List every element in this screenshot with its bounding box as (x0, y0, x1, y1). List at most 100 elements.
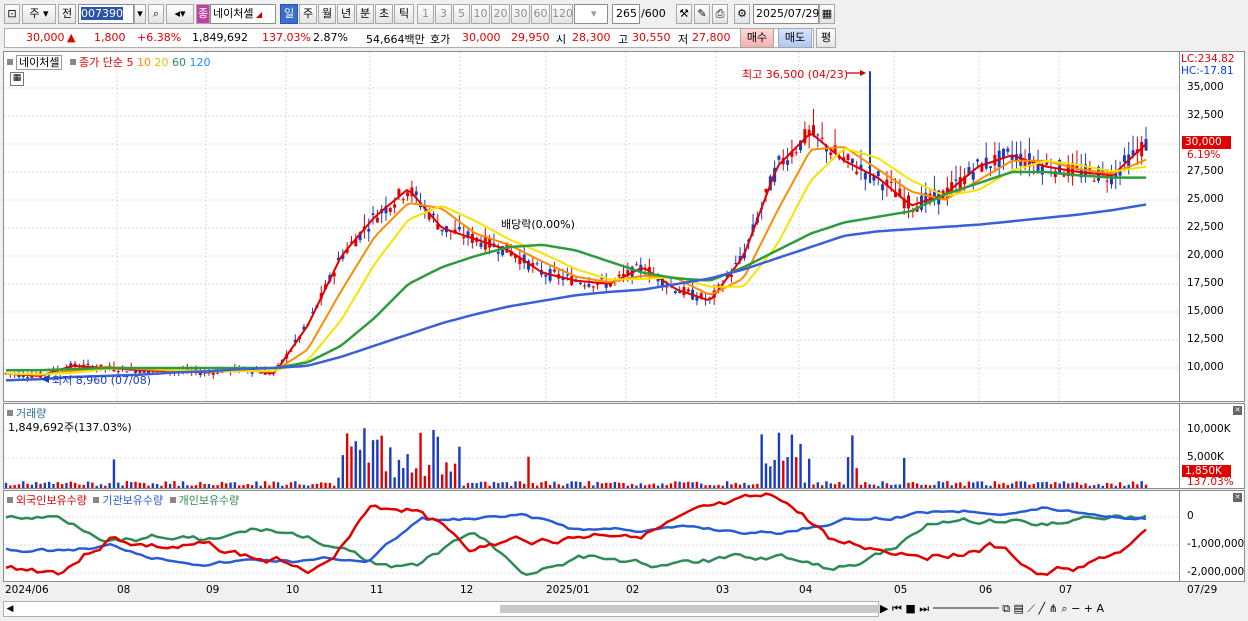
buy-button[interactable]: 매수 (740, 28, 774, 48)
period-year[interactable]: 년 (337, 4, 355, 24)
zoom-slider[interactable] (932, 607, 999, 609)
code-input[interactable]: 007390 (78, 4, 134, 24)
zoom-in-icon[interactable]: ⌕ (1061, 602, 1067, 615)
volume-bar (656, 485, 660, 488)
volume-bar (855, 468, 858, 488)
candle-body (565, 274, 569, 276)
volume-bar (104, 485, 107, 488)
volume-bar (859, 484, 863, 488)
trend-icon[interactable]: ⟋ (1027, 602, 1035, 615)
table-icon[interactable]: ▦ (10, 72, 24, 86)
volume-bar (756, 483, 759, 488)
legend-ma-label[interactable]: 종가 단순 (79, 56, 123, 69)
date-input[interactable]: 2025/07/29 (753, 4, 819, 24)
scroll-thumb[interactable] (500, 605, 880, 613)
volume-bar (1028, 484, 1031, 488)
print-icon[interactable]: ⎙ (712, 4, 728, 24)
gear-icon[interactable]: ⚙ (734, 4, 750, 24)
volume-bar (47, 481, 51, 488)
last-icon[interactable]: ⏭ (919, 602, 929, 615)
volume-bar (108, 483, 111, 488)
candle-body (686, 289, 690, 292)
scroll-track[interactable]: ◀ (3, 601, 880, 617)
interval-30[interactable]: 30 (511, 4, 530, 24)
first-icon[interactable]: ⏮ (892, 602, 902, 615)
close-panel-icon[interactable]: ✕ (1233, 493, 1242, 502)
volume-bar (885, 483, 889, 488)
volume-bar (937, 481, 940, 488)
interval-10[interactable]: 10 (471, 4, 490, 24)
period-week[interactable]: 주 (299, 4, 317, 24)
volume-bar (332, 485, 336, 488)
interval-5[interactable]: 5 (453, 4, 470, 24)
fib-icon[interactable]: ⋔ (1049, 602, 1058, 615)
tools-icon[interactable]: ⚒ (676, 4, 692, 24)
scroll-right-icon[interactable]: ▶ (880, 602, 888, 615)
period-tick[interactable]: 틱 (394, 4, 414, 24)
stock-name-field[interactable]: 네이처셀 ◢ (210, 4, 276, 24)
plus-icon[interactable]: + (1084, 602, 1093, 615)
volume-bar (440, 474, 444, 488)
legend-foreign[interactable]: 외국인보유수량 (16, 494, 87, 507)
legend-marker (7, 59, 13, 65)
period-day[interactable]: 일 (280, 4, 298, 24)
eval-button[interactable]: 평 (816, 28, 836, 48)
window-icon[interactable]: ⊡ (4, 4, 20, 24)
search-icon[interactable]: ⌕ (148, 4, 164, 24)
draw-icon[interactable]: ✎ (694, 4, 710, 24)
volume-bar (851, 435, 854, 488)
interval-dropdown[interactable]: ▾ (574, 4, 608, 24)
volume-bar (4, 482, 8, 488)
close-panel-icon[interactable]: ✕ (1233, 406, 1242, 415)
holding-legend: 외국인보유수량 기관보유수량 개인보유수량 (7, 492, 239, 508)
interval-60[interactable]: 60 (531, 4, 550, 24)
line-tool-icon[interactable]: ╱ (1039, 602, 1046, 615)
volume-bar (864, 482, 867, 488)
volume-bar (743, 482, 746, 488)
period-minute[interactable]: 분 (356, 4, 374, 24)
market-select[interactable]: 주 ▾ (22, 4, 56, 24)
code-dropdown-icon[interactable]: ▾ (134, 4, 146, 24)
volume-bar (229, 482, 232, 488)
volume-bar (561, 485, 565, 488)
volume-bar (134, 481, 137, 488)
legend-institution[interactable]: 기관보유수량 (102, 494, 163, 507)
volume-bar (212, 485, 215, 488)
volume-bar (1058, 483, 1061, 488)
volume-chart (4, 428, 1179, 488)
volume-bar (1006, 484, 1010, 488)
count-input[interactable]: 265 (612, 4, 640, 24)
sound-icon[interactable]: ◂▾ (166, 4, 194, 24)
prev-stock-button[interactable]: 전 (58, 4, 76, 24)
font-icon[interactable]: A (1097, 602, 1105, 615)
volume-bar (65, 482, 68, 488)
scroll-left-icon[interactable]: ◀ (4, 602, 16, 616)
interval-1[interactable]: 1 (417, 4, 434, 24)
volume-bar (13, 485, 16, 488)
interval-3[interactable]: 3 (435, 4, 452, 24)
volume-bar (1045, 481, 1048, 488)
volume-bar (9, 485, 12, 488)
calendar-icon[interactable]: ▦ (819, 4, 835, 24)
layout-icon[interactable]: ⧉ (1002, 602, 1010, 615)
volume-bar (1010, 483, 1014, 488)
xtick: 05 (894, 584, 908, 596)
legend-stock-name[interactable]: 네이처셀 (16, 55, 63, 70)
period-second[interactable]: 초 (375, 4, 393, 24)
volume-bar (186, 485, 189, 488)
period-month[interactable]: 월 (318, 4, 336, 24)
xtick-current: 07/29 (1187, 584, 1218, 596)
volume-bar (466, 482, 470, 488)
xtick: 03 (716, 584, 730, 596)
split-icon[interactable]: ▤ (1014, 602, 1024, 615)
legend-individual[interactable]: 개인보유수량 (179, 494, 240, 507)
volume-bar (56, 482, 60, 488)
stop-icon[interactable]: ■ (905, 602, 915, 615)
volume-bar (846, 457, 850, 488)
volume-value: 1,849,692 (192, 31, 248, 44)
interval-20[interactable]: 20 (491, 4, 510, 24)
minus-icon[interactable]: − (1071, 602, 1080, 615)
interval-120[interactable]: 120 (551, 4, 573, 24)
sell-button[interactable]: 매도 (778, 28, 812, 48)
bid-label: 호가 (430, 33, 451, 46)
